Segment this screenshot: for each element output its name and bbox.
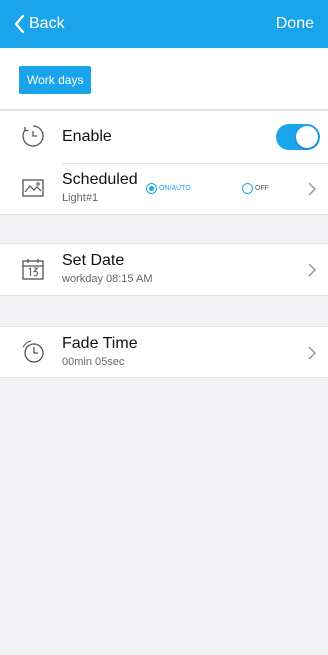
work-days-chip[interactable]: Work days <box>19 66 92 94</box>
day-selector-panel: Work days <box>0 48 328 110</box>
scheduled-subtitle: Light#1 <box>62 192 99 204</box>
chevron-left-icon <box>14 15 25 33</box>
enable-toggle[interactable] <box>276 124 320 150</box>
on-auto-label: ON/AUTO <box>159 185 191 192</box>
schedule-group: Enable Scheduled Light#1 ON/AUTO OFF <box>0 110 328 215</box>
radio-selected-icon <box>146 183 157 194</box>
enable-label: Enable <box>62 128 112 145</box>
fade-time-row[interactable]: Fade Time 00min 05sec <box>0 327 328 379</box>
back-button[interactable]: Back <box>14 0 65 48</box>
set-date-title: Set Date <box>62 252 125 269</box>
fade-time-subtitle: 00min 05sec <box>62 356 125 368</box>
chevron-right-icon <box>308 346 317 360</box>
fade-clock-icon <box>22 340 44 363</box>
calendar-icon <box>22 259 44 280</box>
scheduled-title: Scheduled <box>62 171 138 188</box>
nav-bar: Back Done <box>0 0 328 48</box>
enable-row: Enable <box>0 111 328 163</box>
off-label: OFF <box>255 185 269 192</box>
set-date-subtitle: workday 08:15 AM <box>62 273 153 285</box>
off-radio[interactable]: OFF <box>242 183 269 194</box>
radio-unselected-icon <box>242 183 253 194</box>
back-label: Back <box>29 15 65 32</box>
fade-time-title: Fade Time <box>62 335 138 352</box>
on-auto-radio[interactable]: ON/AUTO <box>146 183 191 194</box>
picture-icon <box>22 179 44 197</box>
set-date-group: Set Date workday 08:15 AM <box>0 243 328 296</box>
chevron-right-icon <box>308 182 317 196</box>
scheduled-row[interactable]: Scheduled Light#1 ON/AUTO OFF <box>0 163 328 215</box>
fade-time-group: Fade Time 00min 05sec <box>0 326 328 378</box>
chevron-right-icon <box>308 263 317 277</box>
clock-cycle-icon <box>22 125 44 147</box>
toggle-knob <box>296 126 318 148</box>
done-button[interactable]: Done <box>276 0 314 48</box>
set-date-row[interactable]: Set Date workday 08:15 AM <box>0 244 328 296</box>
